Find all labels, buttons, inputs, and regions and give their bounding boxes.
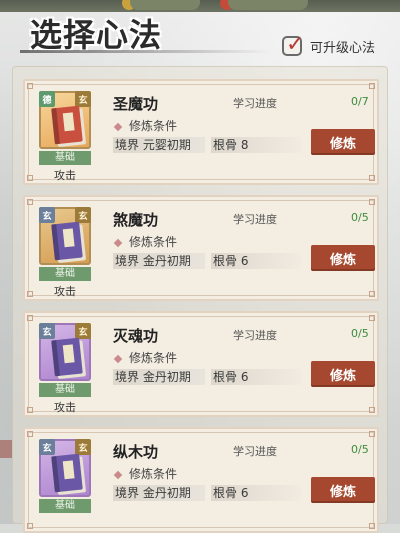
book-icon <box>51 453 83 493</box>
skill-card[interactable]: 玄 玄 基础 纵木功 学习进度 0/5 修炼条件 境界 金丹初期 根骨 6 修炼 <box>23 427 379 533</box>
level-tag: 基础 <box>39 151 91 165</box>
condition-title: 修炼条件 <box>113 233 177 250</box>
train-button[interactable]: 修炼 <box>311 129 375 155</box>
grade-badge: 玄 <box>75 323 91 339</box>
skill-name: 纵木功 <box>113 443 159 461</box>
filter-checkbox[interactable]: ✓ <box>282 32 304 57</box>
card-corner <box>27 199 33 205</box>
card-corner <box>369 315 375 321</box>
progress-value: 0/5 <box>351 327 369 340</box>
skill-name: 煞魔功 <box>113 211 159 229</box>
skill-icon[interactable]: 玄 玄 <box>39 439 91 497</box>
grade-badge: 玄 <box>75 207 91 223</box>
type-badge: 玄 <box>39 207 55 223</box>
card-corner <box>369 83 375 89</box>
card-corner <box>27 315 33 321</box>
condition-title: 修炼条件 <box>113 465 177 482</box>
card-corner <box>27 431 33 437</box>
diamond-icon <box>113 470 123 479</box>
card-corner <box>369 199 375 205</box>
book-icon <box>51 105 83 145</box>
card-corner <box>369 175 375 181</box>
card-corner <box>27 175 33 181</box>
type-badge: 德 <box>39 91 55 107</box>
condition-title: 修炼条件 <box>113 349 177 366</box>
book-icon <box>51 337 83 377</box>
condition-realm: 境界 金丹初期 <box>113 369 205 385</box>
card-corner <box>369 431 375 437</box>
side-decoration <box>0 440 12 458</box>
level-tag: 基础 <box>39 267 91 281</box>
type-badge: 玄 <box>39 439 55 455</box>
skill-list[interactable]: 德 玄 基础 攻击 圣魔功 学习进度 0/7 修炼条件 境界 元婴初期 根骨 8… <box>12 66 388 533</box>
progress-value: 0/7 <box>351 95 369 108</box>
type-label: 攻击 <box>54 401 76 414</box>
currency-pill <box>130 0 200 10</box>
diamond-icon <box>113 238 123 247</box>
condition-realm: 境界 金丹初期 <box>113 253 205 269</box>
progress-label: 学习进度 <box>233 445 277 458</box>
type-label: 攻击 <box>54 285 76 298</box>
upgradable-filter[interactable]: ✓ 可升级心法 <box>282 32 376 57</box>
card-corner <box>369 407 375 413</box>
book-icon <box>51 221 83 261</box>
progress-label: 学习进度 <box>233 97 277 110</box>
type-label: 攻击 <box>54 169 76 182</box>
grade-badge: 玄 <box>75 439 91 455</box>
condition-bone: 根骨 6 <box>211 369 301 385</box>
card-corner <box>27 291 33 297</box>
card-corner <box>27 407 33 413</box>
skill-name: 灭魂功 <box>113 327 159 345</box>
card-corner <box>369 291 375 297</box>
condition-bone: 根骨 8 <box>211 137 301 153</box>
skill-icon[interactable]: 玄 玄 <box>39 323 91 381</box>
diamond-icon <box>113 354 123 363</box>
skill-icon[interactable]: 玄 玄 <box>39 207 91 265</box>
grade-badge: 玄 <box>75 91 91 107</box>
skill-name: 圣魔功 <box>113 95 159 113</box>
condition-title: 修炼条件 <box>113 117 177 134</box>
level-tag: 基础 <box>39 499 91 513</box>
check-icon: ✓ <box>286 32 305 57</box>
skill-card[interactable]: 玄 玄 基础 攻击 灭魂功 学习进度 0/5 修炼条件 境界 金丹初期 根骨 6… <box>23 311 379 417</box>
skill-icon[interactable]: 德 玄 <box>39 91 91 149</box>
skill-card[interactable]: 德 玄 基础 攻击 圣魔功 学习进度 0/7 修炼条件 境界 元婴初期 根骨 8… <box>23 79 379 185</box>
progress-value: 0/5 <box>351 211 369 224</box>
card-corner <box>27 83 33 89</box>
progress-label: 学习进度 <box>233 213 277 226</box>
type-badge: 玄 <box>39 323 55 339</box>
progress-label: 学习进度 <box>233 329 277 342</box>
train-button[interactable]: 修炼 <box>311 245 375 271</box>
diamond-icon <box>113 122 123 131</box>
filter-label: 可升级心法 <box>310 40 376 56</box>
condition-bone: 根骨 6 <box>211 253 301 269</box>
level-tag: 基础 <box>39 383 91 397</box>
progress-value: 0/5 <box>351 443 369 456</box>
condition-realm: 境界 元婴初期 <box>113 137 205 153</box>
skill-card[interactable]: 玄 玄 基础 攻击 煞魔功 学习进度 0/5 修炼条件 境界 金丹初期 根骨 6… <box>23 195 379 301</box>
currency-pill <box>228 0 308 10</box>
condition-bone: 根骨 6 <box>211 485 301 501</box>
condition-realm: 境界 金丹初期 <box>113 485 205 501</box>
train-button[interactable]: 修炼 <box>311 361 375 387</box>
train-button[interactable]: 修炼 <box>311 477 375 503</box>
title-underline <box>20 50 270 53</box>
